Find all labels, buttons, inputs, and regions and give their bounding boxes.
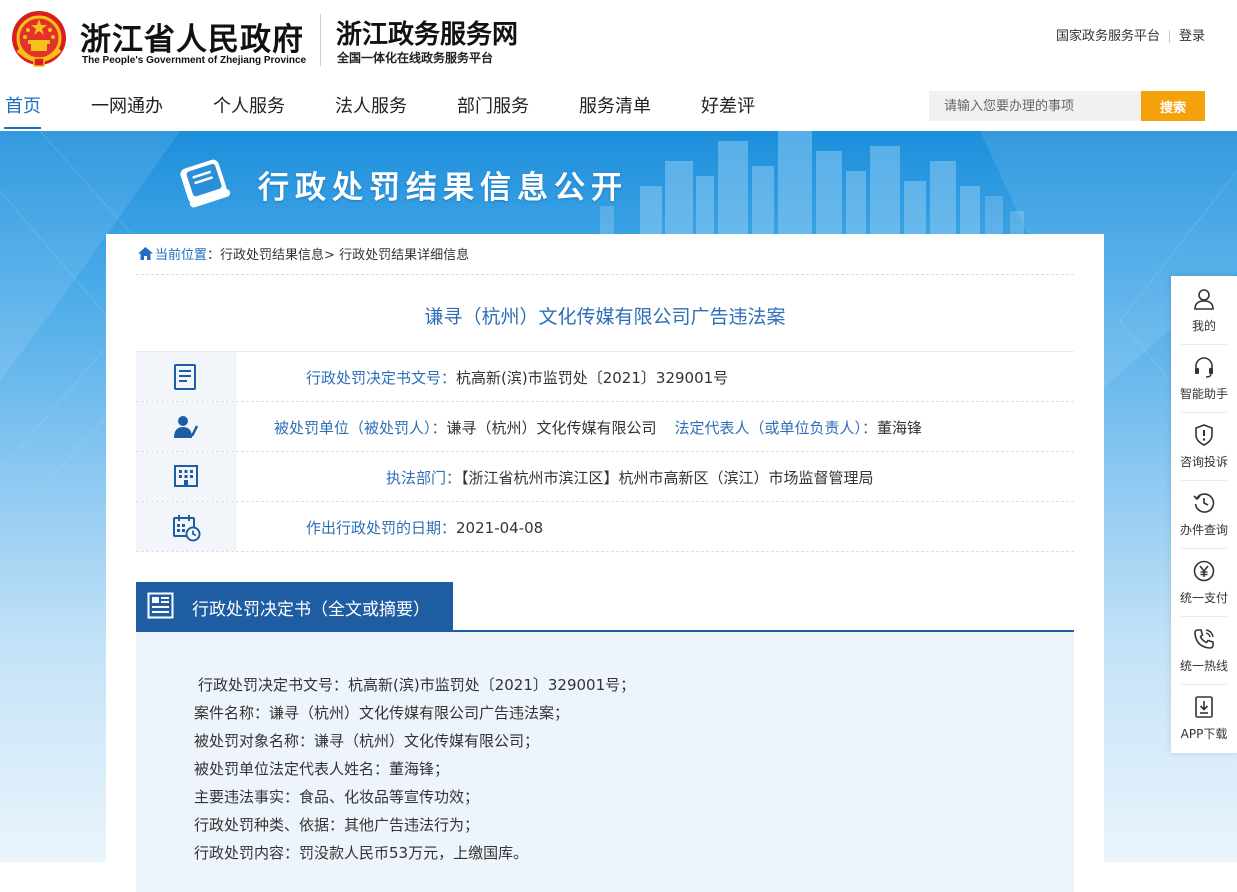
banner-title: 行政处罚结果信息公开 (258, 170, 628, 206)
national-platform-link[interactable]: 国家政务服务平台 (1056, 29, 1160, 44)
side-item-payment[interactable]: 统一支付 (1171, 548, 1237, 616)
search-input[interactable] (929, 91, 1141, 121)
side-item-label: 办件查询 (1179, 523, 1228, 537)
side-item-label: 统一支付 (1179, 591, 1228, 605)
side-item-label: 统一热线 (1179, 659, 1228, 673)
link-separator (1168, 30, 1170, 43)
punished-party-text: 被处罚单位（被处罚人）：谦寻（杭州）文化传媒有限公司 法定代表人（或单位负责人）：… (274, 417, 922, 438)
nav-item-home[interactable]: 首页 (5, 92, 41, 118)
book-icon (180, 159, 231, 208)
nav-item-one-stop[interactable]: 一网通办 (91, 92, 163, 118)
decision-line: 行政处罚内容：罚没款人民币53万元，上缴国库。 (194, 844, 529, 862)
decision-body: 行政处罚决定书文号：杭高新(滨)市监罚处〔2021〕329001号； 案件名称：… (136, 632, 1074, 892)
punished-label: 被处罚单位（被处罚人）： (274, 419, 447, 437)
info-icon-cell (136, 452, 236, 501)
calendar-clock-icon (173, 515, 201, 542)
decision-line: 被处罚对象名称：谦寻（杭州）文化传媒有限公司； (194, 732, 540, 750)
nav-item-department[interactable]: 部门服务 (457, 92, 529, 118)
side-item-complaint[interactable]: 咨询投诉 (1171, 412, 1237, 480)
side-item-label: APP下载 (1180, 727, 1228, 741)
person-edit-icon (174, 416, 199, 438)
decision-document-icon (147, 592, 174, 619)
decision-section-header: 行政处罚决定书（全文或摘要） (136, 582, 1074, 632)
info-row-punished-party: 被处罚单位（被处罚人）：谦寻（杭州）文化传媒有限公司 法定代表人（或单位负责人）：… (136, 402, 1074, 452)
download-icon (1195, 696, 1213, 718)
info-icon-cell (136, 502, 236, 551)
side-item-assistant[interactable]: 智能助手 (1171, 344, 1237, 412)
info-row-department: 执法部门：【浙江省杭州市滨江区】杭州市高新区（滨江）市场监督管理局 (136, 452, 1074, 502)
top-links: 国家政务服务平台 登录 (1056, 25, 1205, 44)
search-button[interactable]: 搜索 (1141, 91, 1205, 121)
login-link[interactable]: 登录 (1179, 29, 1205, 44)
doc-number-label: 行政处罚决定书文号： (306, 369, 457, 387)
decision-line: 行政处罚种类、依据：其他广告违法行为； (194, 816, 480, 834)
breadcrumb: 当前位置：行政处罚结果信息> 行政处罚结果详细信息 (138, 244, 469, 263)
headset-icon (1195, 357, 1213, 378)
breadcrumb-current-page: 行政处罚结果详细信息 (339, 248, 470, 263)
header-divider (320, 14, 321, 66)
date-text: 作出行政处罚的日期：2021-04-08 (306, 517, 543, 538)
side-item-hotline[interactable]: 统一热线 (1171, 616, 1237, 684)
decision-section-tab: 行政处罚决定书（全文或摘要） (136, 582, 453, 630)
detail-card: 当前位置：行政处罚结果信息> 行政处罚结果详细信息 谦寻（杭州）文化传媒有限公司… (106, 234, 1104, 892)
decision-line: 被处罚单位法定代表人姓名：董海锋； (194, 760, 450, 778)
case-title: 谦寻（杭州）文化传媒有限公司广告违法案 (424, 306, 786, 328)
department-text: 执法部门：【浙江省杭州市滨江区】杭州市高新区（滨江）市场监督管理局 (386, 467, 874, 488)
info-row-date: 作出行政处罚的日期：2021-04-08 (136, 502, 1074, 552)
side-item-my[interactable]: 我的 (1171, 276, 1237, 344)
yuan-icon (1193, 560, 1215, 582)
breadcrumb-divider (136, 274, 1074, 275)
nav-item-personal[interactable]: 个人服务 (213, 92, 285, 118)
home-icon (138, 247, 153, 260)
decision-line: 案件名称：谦寻（杭州）文化传媒有限公司广告违法案； (194, 704, 570, 722)
history-icon (1193, 493, 1215, 513)
side-item-label: 我的 (1191, 319, 1216, 333)
government-name: 浙江省人民政府 (80, 22, 304, 58)
date-label: 作出行政处罚的日期： (306, 519, 457, 537)
side-toolbar: 我的 智能助手 咨询投诉 办件查询 统一支付 统一热线 APP下载 (1171, 276, 1237, 753)
side-item-app-download[interactable]: APP下载 (1171, 684, 1237, 752)
nav-item-rating[interactable]: 好差评 (701, 92, 755, 118)
case-info-table: 行政处罚决定书文号：杭高新(滨)市监罚处〔2021〕329001号 被处罚单位（… (136, 351, 1074, 552)
breadcrumb-link-penalty-results[interactable]: 行政处罚结果信息> (220, 248, 335, 263)
user-icon (1194, 289, 1214, 310)
info-row-doc-number: 行政处罚决定书文号：杭高新(滨)市监罚处〔2021〕329001号 (136, 352, 1074, 402)
punished-value: 谦寻（杭州）文化传媒有限公司 (446, 419, 657, 437)
decision-line: 行政处罚决定书文号：杭高新(滨)市监罚处〔2021〕329001号； (198, 676, 636, 694)
department-label: 执法部门： (386, 469, 462, 487)
date-value: 2021-04-08 (456, 519, 544, 537)
doc-number-text: 行政处罚决定书文号：杭高新(滨)市监罚处〔2021〕329001号 (306, 367, 728, 388)
info-icon-cell (136, 402, 236, 451)
side-item-label: 智能助手 (1179, 387, 1228, 401)
service-portal-name: 浙江政务服务网 (336, 20, 519, 50)
info-icon-cell (136, 352, 236, 401)
breadcrumb-colon: ： (207, 248, 221, 263)
doc-number-value: 杭高新(滨)市监罚处〔2021〕329001号 (456, 369, 729, 387)
document-icon (174, 364, 196, 390)
shield-alert-icon (1195, 424, 1213, 446)
nav-item-corporate[interactable]: 法人服务 (335, 92, 407, 118)
decision-section-title: 行政处罚决定书（全文或摘要） (192, 600, 430, 620)
side-item-label: 咨询投诉 (1179, 455, 1228, 469)
side-item-case-query[interactable]: 办件查询 (1171, 480, 1237, 548)
site-header: 浙江省人民政府 The People's Government of Zheji… (0, 0, 1237, 76)
legal-rep-label: 法定代表人（或单位负责人）： (674, 419, 878, 437)
government-name-english: The People's Government of Zhejiang Prov… (82, 55, 307, 66)
nav-item-service-list[interactable]: 服务清单 (579, 92, 651, 118)
service-portal-subtitle: 全国一体化在线政务服务平台 (337, 51, 494, 65)
national-emblem-icon (12, 11, 66, 67)
building-icon (174, 465, 198, 487)
department-value: 【浙江省杭州市滨江区】杭州市高新区（滨江）市场监督管理局 (461, 469, 874, 487)
decision-line: 主要违法事实：食品、化妆品等宣传功效； (194, 788, 480, 806)
breadcrumb-current-label: 当前位置 (155, 248, 208, 263)
legal-rep-value: 董海锋 (877, 419, 923, 437)
phone-icon (1194, 629, 1214, 649)
nav-active-indicator (4, 127, 41, 129)
